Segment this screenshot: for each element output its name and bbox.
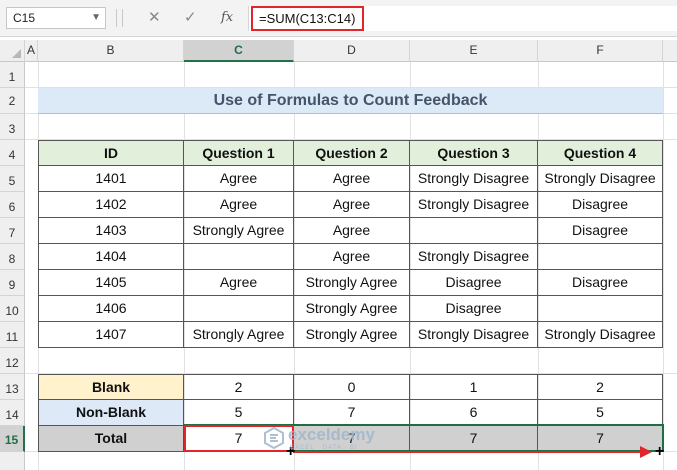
table-cell[interactable]: Agree xyxy=(184,166,294,192)
column-header-b[interactable]: B xyxy=(38,40,184,62)
table-cell[interactable]: Agree xyxy=(184,192,294,218)
fill-direction-arrow xyxy=(293,451,643,453)
arrow-head-icon xyxy=(640,446,652,458)
blank-count-q2[interactable]: 0 xyxy=(294,374,410,400)
table-cell[interactable]: Agree xyxy=(294,244,410,270)
blank-count-q3[interactable]: 1 xyxy=(410,374,538,400)
table-cell[interactable]: Strongly Agree xyxy=(184,218,294,244)
non-blank-label[interactable]: Non-Blank xyxy=(38,400,184,426)
chevron-down-icon[interactable]: ▼ xyxy=(91,8,101,28)
row-header-16[interactable] xyxy=(0,452,25,470)
table-header-q2[interactable]: Question 2 xyxy=(294,140,410,166)
row-header-15[interactable]: 15 xyxy=(0,426,25,452)
table-header-q3[interactable]: Question 3 xyxy=(410,140,538,166)
column-header-f[interactable]: F xyxy=(538,40,663,62)
table-cell[interactable]: Strongly Disagree xyxy=(410,192,538,218)
table-header-q4[interactable]: Question 4 xyxy=(538,140,663,166)
cancel-icon[interactable]: ✕ xyxy=(148,8,161,28)
table-cell[interactable] xyxy=(538,244,663,270)
row-header-2[interactable]: 2 xyxy=(0,88,25,114)
table-cell[interactable]: 1403 xyxy=(38,218,184,244)
fill-handle-cursor-icon[interactable]: + xyxy=(286,444,295,460)
fill-handle-cursor-icon[interactable]: + xyxy=(655,444,664,460)
table-cell[interactable]: Strongly Agree xyxy=(294,270,410,296)
table-cell[interactable]: Agree xyxy=(294,192,410,218)
row-header-1[interactable]: 1 xyxy=(0,62,25,88)
column-header-c[interactable]: C xyxy=(184,40,294,62)
non-blank-count-q4[interactable]: 5 xyxy=(538,400,663,426)
row-header-12[interactable]: 12 xyxy=(0,348,25,374)
table-cell[interactable] xyxy=(410,218,538,244)
non-blank-count-q2[interactable]: 7 xyxy=(294,400,410,426)
column-header-d[interactable]: D xyxy=(294,40,410,62)
row-header-8[interactable]: 8 xyxy=(0,244,25,270)
table-cell[interactable]: Agree xyxy=(184,270,294,296)
blank-count-q4[interactable]: 2 xyxy=(538,374,663,400)
row-header-13[interactable]: 13 xyxy=(0,374,25,400)
formula-text[interactable]: =SUM(C13:C14) xyxy=(251,6,364,31)
column-header-a[interactable]: A xyxy=(25,40,38,62)
table-cell[interactable]: Strongly Disagree xyxy=(410,244,538,270)
row-header-14[interactable]: 14 xyxy=(0,400,25,426)
name-box[interactable]: C15 ▼ xyxy=(6,7,106,29)
table-cell[interactable] xyxy=(184,244,294,270)
row-header-10[interactable]: 10 xyxy=(0,296,25,322)
table-cell[interactable]: Disagree xyxy=(410,270,538,296)
table-cell[interactable]: 1407 xyxy=(38,322,184,348)
toolbar-divider xyxy=(116,9,117,27)
total-q1-cell[interactable]: 7 xyxy=(184,426,294,452)
row-header-11[interactable]: 11 xyxy=(0,322,25,348)
toolbar-divider xyxy=(122,9,123,27)
table-cell[interactable] xyxy=(184,296,294,322)
table-header-id[interactable]: ID xyxy=(38,140,184,166)
column-header-e[interactable]: E xyxy=(410,40,538,62)
insert-function-icon[interactable]: fx xyxy=(221,8,233,28)
table-cell[interactable]: Disagree xyxy=(538,192,663,218)
select-all-button[interactable] xyxy=(0,40,25,62)
table-cell[interactable]: 1405 xyxy=(38,270,184,296)
row-header-6[interactable]: 6 xyxy=(0,192,25,218)
non-blank-count-q3[interactable]: 6 xyxy=(410,400,538,426)
table-cell[interactable]: Strongly Disagree xyxy=(538,166,663,192)
sheet-title: Use of Formulas to Count Feedback xyxy=(38,88,663,114)
blank-count-q1[interactable]: 2 xyxy=(184,374,294,400)
total-q3-cell[interactable]: 7 xyxy=(410,426,538,452)
table-cell[interactable]: Strongly Disagree xyxy=(538,322,663,348)
table-cell[interactable]: 1404 xyxy=(38,244,184,270)
table-cell[interactable]: Strongly Agree xyxy=(184,322,294,348)
table-cell[interactable]: Strongly Agree xyxy=(294,322,410,348)
row-header-9[interactable]: 9 xyxy=(0,270,25,296)
name-box-value: C15 xyxy=(13,11,36,25)
table-cell[interactable]: Disagree xyxy=(538,270,663,296)
row-header-5[interactable]: 5 xyxy=(0,166,25,192)
table-cell[interactable]: 1406 xyxy=(38,296,184,322)
row-header-4[interactable]: 4 xyxy=(0,140,25,166)
table-cell[interactable]: Strongly Agree xyxy=(294,296,410,322)
enter-icon[interactable]: ✓ xyxy=(184,8,197,28)
total-q2-cell[interactable]: 7 xyxy=(294,426,410,452)
table-cell[interactable]: 1401 xyxy=(38,166,184,192)
formula-bar: C15 ▼ ✕ ✓ fx =SUM(C13:C14) xyxy=(0,0,677,37)
non-blank-count-q1[interactable]: 5 xyxy=(184,400,294,426)
table-header-q1[interactable]: Question 1 xyxy=(184,140,294,166)
table-cell[interactable]: Strongly Disagree xyxy=(410,166,538,192)
table-cell[interactable]: 1402 xyxy=(38,192,184,218)
table-cell[interactable]: Agree xyxy=(294,218,410,244)
table-cell[interactable]: Agree xyxy=(294,166,410,192)
row-header-7[interactable]: 7 xyxy=(0,218,25,244)
table-cell[interactable]: Strongly Disagree xyxy=(410,322,538,348)
table-cell[interactable]: Disagree xyxy=(538,218,663,244)
table-cell[interactable] xyxy=(538,296,663,322)
table-cell[interactable]: Disagree xyxy=(410,296,538,322)
row-header-3[interactable]: 3 xyxy=(0,114,25,140)
blank-label[interactable]: Blank xyxy=(38,374,184,400)
column-header-g[interactable] xyxy=(663,40,677,62)
total-label[interactable]: Total xyxy=(38,426,184,452)
